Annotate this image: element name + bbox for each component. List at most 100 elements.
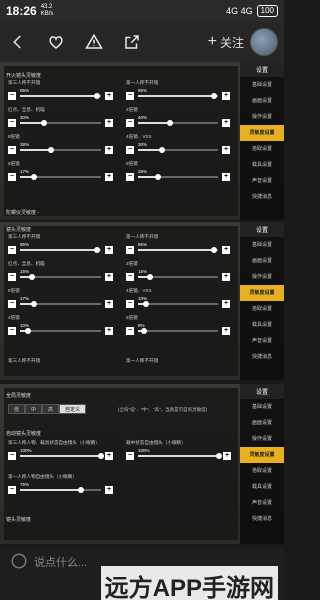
menu-item[interactable]: 操作设置 bbox=[240, 431, 284, 447]
slider-thumb[interactable] bbox=[147, 274, 153, 280]
menu-item[interactable]: 画面设置 bbox=[240, 415, 284, 431]
menu-item[interactable]: 快捷消息 bbox=[240, 511, 284, 527]
decrease-button[interactable]: − bbox=[126, 300, 134, 308]
follow-button[interactable]: + 关注 bbox=[208, 33, 244, 51]
slider-thumb[interactable] bbox=[29, 274, 35, 280]
setting-label: 6倍镜 bbox=[126, 315, 138, 320]
increase-button[interactable]: + bbox=[222, 119, 230, 127]
slider-thumb[interactable] bbox=[216, 453, 222, 459]
menu-item[interactable]: 快捷消息 bbox=[240, 189, 284, 205]
setting-label: 第三人称不开镜 bbox=[8, 358, 41, 363]
increase-button[interactable]: + bbox=[222, 173, 230, 181]
slider-thumb[interactable] bbox=[211, 247, 217, 253]
decrease-button[interactable]: − bbox=[126, 119, 134, 127]
preset-option[interactable]: 低 bbox=[8, 404, 26, 414]
menu-item[interactable]: 拾取设置 bbox=[240, 301, 284, 317]
menu-item[interactable]: 拾取设置 bbox=[240, 141, 284, 157]
increase-button[interactable]: + bbox=[222, 273, 230, 281]
increase-button[interactable]: + bbox=[105, 92, 113, 100]
increase-button[interactable]: + bbox=[105, 119, 113, 127]
report-icon[interactable] bbox=[82, 30, 106, 54]
menu-item[interactable]: 声音设置 bbox=[240, 495, 284, 511]
share-icon[interactable] bbox=[120, 30, 144, 54]
decrease-button[interactable]: − bbox=[8, 119, 16, 127]
increase-button[interactable]: + bbox=[222, 146, 230, 154]
increase-button[interactable]: + bbox=[105, 300, 113, 308]
slider-thumb[interactable] bbox=[41, 120, 47, 126]
decrease-button[interactable]: − bbox=[126, 452, 134, 460]
menu-item[interactable]: 灵敏度设置 bbox=[240, 447, 284, 463]
menu-item[interactable]: 灵敏度设置 bbox=[240, 125, 284, 141]
decrease-button[interactable]: − bbox=[126, 246, 134, 254]
increase-button[interactable]: + bbox=[222, 246, 230, 254]
decrease-button[interactable]: − bbox=[8, 300, 16, 308]
slider-thumb[interactable] bbox=[31, 174, 37, 180]
decrease-button[interactable]: − bbox=[8, 452, 16, 460]
decrease-button[interactable]: − bbox=[8, 173, 16, 181]
decrease-button[interactable]: − bbox=[126, 146, 134, 154]
menu-item[interactable]: 画面设置 bbox=[240, 253, 284, 269]
slider-thumb[interactable] bbox=[25, 328, 31, 334]
like-icon[interactable] bbox=[44, 30, 68, 54]
decrease-button[interactable]: − bbox=[8, 273, 16, 281]
decrease-button[interactable]: − bbox=[8, 146, 16, 154]
menu-item[interactable]: 灵敏度设置 bbox=[240, 285, 284, 301]
back-icon[interactable] bbox=[6, 30, 30, 54]
menu-item[interactable]: 操作设置 bbox=[240, 109, 284, 125]
increase-button[interactable]: + bbox=[105, 273, 113, 281]
menu-item[interactable]: 基础设置 bbox=[240, 77, 284, 93]
preset-option[interactable]: 中 bbox=[25, 404, 43, 414]
menu-item[interactable]: 声音设置 bbox=[240, 333, 284, 349]
slider-thumb[interactable] bbox=[78, 487, 84, 493]
decrease-button[interactable]: − bbox=[126, 173, 134, 181]
menu-item[interactable]: 声音设置 bbox=[240, 173, 284, 189]
slider-thumb[interactable] bbox=[155, 174, 161, 180]
menu-item[interactable]: 载具设置 bbox=[240, 479, 284, 495]
avatar[interactable] bbox=[250, 28, 278, 56]
slider-thumb[interactable] bbox=[211, 93, 217, 99]
slider-thumb[interactable] bbox=[143, 301, 149, 307]
increase-button[interactable]: + bbox=[223, 452, 231, 460]
increase-button[interactable]: + bbox=[222, 327, 230, 335]
comment-input[interactable]: 说点什么... bbox=[34, 554, 87, 570]
screenshot-global-sensitivity: 设置 基础设置 画面设置 操作设置 灵敏度设置 拾取设置 载具设置 声音设置 快捷消息 全局灵敏… bbox=[0, 384, 284, 544]
menu-item[interactable]: 拾取设置 bbox=[240, 463, 284, 479]
slider-thumb[interactable] bbox=[31, 301, 37, 307]
menu-item[interactable]: 快捷消息 bbox=[240, 349, 284, 365]
slider-thumb[interactable] bbox=[141, 328, 147, 334]
increase-button[interactable]: + bbox=[105, 173, 113, 181]
setting-label: 8倍镜 bbox=[126, 161, 138, 166]
slider-thumb[interactable] bbox=[48, 147, 54, 153]
increase-button[interactable]: + bbox=[222, 92, 230, 100]
slider-thumb[interactable] bbox=[94, 93, 100, 99]
decrease-button[interactable]: − bbox=[126, 92, 134, 100]
value-label: 30% bbox=[138, 142, 148, 147]
screenshot-camera-sensitivity: 设置 基础设置 画面设置 操作设置 灵敏度设置 拾取设置 载具设置 声音设置 快捷消息 镜头灵敏… bbox=[0, 222, 284, 380]
menu-item[interactable]: 基础设置 bbox=[240, 399, 284, 415]
increase-button[interactable]: + bbox=[105, 146, 113, 154]
slider-thumb[interactable] bbox=[167, 120, 173, 126]
decrease-button[interactable]: − bbox=[8, 92, 16, 100]
decrease-button[interactable]: − bbox=[8, 327, 16, 335]
increase-button[interactable]: + bbox=[105, 246, 113, 254]
increase-button[interactable]: + bbox=[105, 327, 113, 335]
settings-panel bbox=[4, 66, 238, 216]
value-label: 17% bbox=[20, 296, 30, 301]
decrease-button[interactable]: − bbox=[8, 486, 16, 494]
menu-item[interactable]: 画面设置 bbox=[240, 93, 284, 109]
slider-thumb[interactable] bbox=[94, 247, 100, 253]
decrease-button[interactable]: − bbox=[126, 327, 134, 335]
menu-item[interactable]: 基础设置 bbox=[240, 237, 284, 253]
menu-item[interactable]: 载具设置 bbox=[240, 317, 284, 333]
preset-option[interactable]: 高 bbox=[42, 404, 60, 414]
decrease-button[interactable]: − bbox=[8, 246, 16, 254]
preset-option[interactable]: 自定义 bbox=[59, 404, 87, 414]
increase-button[interactable]: + bbox=[105, 452, 113, 460]
menu-item[interactable]: 操作设置 bbox=[240, 269, 284, 285]
slider-thumb[interactable] bbox=[159, 147, 165, 153]
decrease-button[interactable]: − bbox=[126, 273, 134, 281]
slider-thumb[interactable] bbox=[98, 453, 104, 459]
increase-button[interactable]: + bbox=[222, 300, 230, 308]
menu-item[interactable]: 载具设置 bbox=[240, 157, 284, 173]
increase-button[interactable]: + bbox=[105, 486, 113, 494]
